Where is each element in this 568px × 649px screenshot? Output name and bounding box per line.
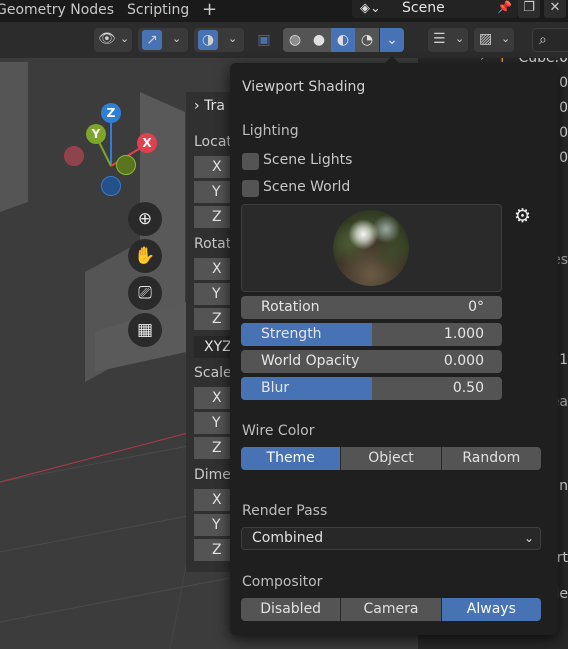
gizmo-icon: ↗ [142, 30, 162, 50]
rotation-slider[interactable]: Rotation 0° [241, 296, 502, 319]
hdri-preview-selector[interactable] [241, 204, 502, 292]
camera-icon[interactable]: ⎚ [128, 276, 162, 310]
scale-label: Scale [194, 365, 232, 381]
perspective-grid-icon[interactable]: ▦ [128, 313, 162, 347]
gear-icon[interactable]: ⚙ [514, 205, 531, 227]
checkbox[interactable] [242, 153, 259, 170]
scene-name: Scene [402, 0, 445, 16]
chevron-down-icon: ⌄ [501, 32, 511, 45]
overlay-icon: ◑ [198, 30, 218, 50]
compositor-toggle: Disabled Camera Always [241, 598, 541, 621]
wire-color-random-button[interactable]: Random [441, 447, 541, 470]
popover-arrow [384, 56, 400, 64]
compositor-label: Compositor [242, 574, 323, 590]
outliner-header: ☰ ⌄ ▨ ⌄ ⌕ [418, 22, 568, 58]
new-scene-button[interactable]: ❐ [518, 0, 540, 18]
location-label: Locat [194, 134, 232, 150]
render-pass-label: Render Pass [242, 503, 328, 519]
chevron-down-icon: ⌄ [523, 531, 534, 545]
viewport-header: 👁 ⌄ ↗ ⌄ ◑ ⌄ ▣ ◍ ● ◐ ◔ ⌄ [0, 22, 418, 58]
gizmo-neg-y-axis[interactable] [116, 155, 136, 175]
pin-icon[interactable]: 📌 [497, 0, 512, 14]
tab-geometry-nodes[interactable]: Geometry Nodes [0, 0, 114, 22]
popover-title: Viewport Shading [242, 79, 366, 95]
xray-icon[interactable]: ▣ [252, 28, 276, 52]
slider-label: Blur [261, 380, 290, 396]
strength-slider[interactable]: Strength 1.000 [241, 323, 502, 346]
render-pass-value: Combined [252, 530, 324, 546]
chevron-down-icon: ⌄ [455, 32, 465, 45]
add-workspace-button[interactable]: + [202, 0, 217, 22]
gizmo-neg-z-axis[interactable] [101, 176, 121, 196]
slider-label: Strength [261, 326, 322, 342]
delete-scene-button[interactable]: ✕ [544, 0, 566, 18]
viewport-shading-popover: Viewport Shading Lighting Scene Lights S… [230, 56, 558, 635]
compositor-camera-button[interactable]: Camera [341, 598, 442, 621]
visibility-icon: 👁 [98, 31, 116, 47]
slider-label: Rotation [261, 299, 320, 315]
world-opacity-slider[interactable]: World Opacity 0.000 [241, 350, 502, 373]
display-mode-dropdown[interactable]: ☰ ⌄ [428, 28, 468, 52]
material-preview-icon[interactable]: ◐ [331, 28, 355, 52]
chevron-down-icon: ⌄ [172, 32, 182, 45]
transform-header[interactable]: › Tra [194, 98, 225, 114]
outliner-search-input[interactable]: ⌕ [532, 28, 568, 52]
transform-title: Tra [204, 98, 225, 114]
rendered-shading-icon[interactable]: ◔ [355, 28, 379, 52]
wire-color-label: Wire Color [242, 423, 315, 439]
search-icon: ⌕ [539, 32, 547, 48]
hdri-preview-sphere [333, 210, 409, 286]
wire-color-object-button[interactable]: Object [341, 447, 442, 470]
shading-dropdown-icon[interactable]: ⌄ [380, 28, 404, 52]
scene-world-label: Scene World [263, 179, 351, 195]
image-icon: ▨ [479, 31, 493, 47]
workspace-tab-bar: Geometry Nodes Scripting + ◈⌄ Scene 📌 ❐ … [0, 0, 568, 22]
visibility-dropdown[interactable]: 👁 ⌄ [94, 28, 132, 52]
scene-lights-label: Scene Lights [263, 152, 353, 168]
rotation-label: Rotat [194, 236, 232, 252]
scene-icon: ◈⌄ [360, 1, 381, 16]
solid-shading-icon[interactable]: ● [307, 28, 331, 52]
slider-value: 0° [468, 299, 484, 315]
slider-value: 1.000 [443, 326, 484, 342]
filter-dropdown[interactable]: ▨ ⌄ [474, 28, 514, 52]
hand-pan-icon[interactable]: ✋ [128, 239, 162, 273]
zoom-icon[interactable]: ⊕ [128, 202, 162, 236]
slider-value: 0.50 [452, 380, 484, 396]
chevron-down-icon: ⌄ [120, 32, 130, 45]
slider-label: World Opacity [261, 353, 360, 369]
render-pass-dropdown[interactable]: Combined ⌄ [241, 527, 541, 550]
gizmo-y-axis[interactable]: Y [86, 124, 106, 144]
gizmo-neg-x-axis[interactable] [64, 146, 84, 166]
collapse-arrow-icon: › [194, 98, 200, 114]
compositor-always-button[interactable]: Always [441, 598, 541, 621]
gizmo-toggle[interactable]: ↗ ⌄ [138, 28, 188, 52]
transform-panel: › Tra Locat X Y Z Rotat X Y Z XYZ Scale … [186, 92, 240, 572]
lighting-label: Lighting [242, 123, 299, 139]
chevron-down-icon: ⌄ [228, 32, 238, 45]
blur-slider[interactable]: Blur 0.50 [241, 377, 502, 400]
wire-color-theme-button[interactable]: Theme [241, 447, 342, 470]
gizmo-x-axis[interactable]: X [137, 133, 157, 153]
wire-color-toggle: Theme Object Random [241, 447, 541, 470]
checkbox[interactable] [242, 180, 259, 197]
gizmo-z-axis[interactable]: Z [101, 103, 121, 123]
list-icon: ☰ [433, 31, 446, 47]
slider-value: 0.000 [443, 353, 484, 369]
wireframe-shading-icon[interactable]: ◍ [283, 28, 307, 52]
properties-fragment: rt [556, 550, 568, 566]
compositor-disabled-button[interactable]: Disabled [241, 598, 342, 621]
scene-selector[interactable]: ◈⌄ Scene 📌 [352, 0, 518, 18]
tab-scripting[interactable]: Scripting [127, 0, 189, 22]
overlay-toggle[interactable]: ◑ ⌄ [194, 28, 244, 52]
